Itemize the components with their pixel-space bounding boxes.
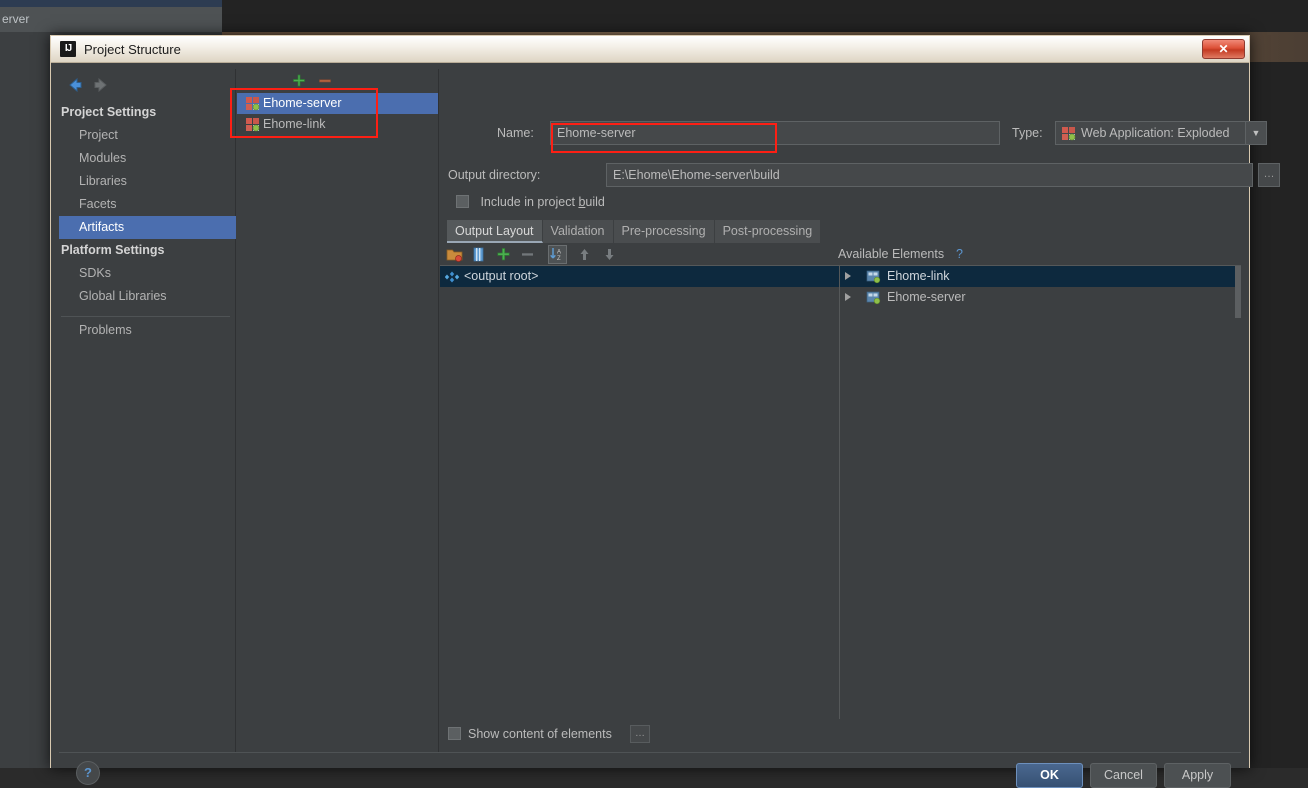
sidebar-item-libraries[interactable]: Libraries [59,170,236,193]
sidebar-item-sdks[interactable]: SDKs [59,262,236,285]
background-ide-title-strip [0,0,222,7]
artifacts-list-panel: Ehome-server Ehome-link [237,69,439,752]
sidebar-item-global-libraries[interactable]: Global Libraries [59,285,236,308]
cancel-button[interactable]: Cancel [1090,763,1157,788]
output-root-icon [445,270,459,284]
sidebar-item-problems[interactable]: Problems [59,319,236,342]
remove-icon[interactable] [519,246,536,263]
type-label: Type: [1012,121,1043,145]
move-down-icon[interactable] [601,246,618,263]
available-elements-label: Available Elements [838,243,944,266]
browse-button[interactable]: … [1258,163,1280,187]
chevron-down-icon[interactable]: ▼ [1245,122,1266,144]
close-icon[interactable]: ✕ [1202,39,1245,59]
help-button[interactable]: ? [76,761,100,785]
include-in-project-build-label[interactable]: Include in project build [480,195,604,209]
artifact-list-item-label: Ehome-link [263,117,326,131]
sidebar-item-project[interactable]: Project [59,124,236,147]
add-directory-icon[interactable] [446,246,463,263]
dialog-title-bar: IJ Project Structure ✕ [51,36,1249,63]
include-in-project-build-checkbox[interactable] [456,195,469,208]
help-icon[interactable]: ? [956,243,963,266]
available-element-label: Ehome-link [887,269,950,283]
show-content-bar: Show content of elements … [440,719,1241,752]
type-dropdown-value: Web Application: Exploded [1081,122,1242,144]
available-element-ehome-link[interactable]: Ehome-link [840,266,1241,287]
sort-alphabetically-icon[interactable]: A Z [548,245,567,264]
module-icon [866,290,881,305]
include-in-project-build-row[interactable]: Include in project build [456,193,605,211]
footer-divider [59,752,1241,753]
ok-button[interactable]: OK [1016,763,1083,788]
show-content-options-button[interactable]: … [630,725,650,743]
add-copy-icon[interactable] [495,246,512,263]
available-element-ehome-server[interactable]: Ehome-server [840,287,1241,308]
arrow-left-icon[interactable] [65,75,85,95]
include-label-post: uild [585,195,604,209]
settings-sidebar: Project Settings Project Modules Librari… [59,69,236,752]
available-elements-panel[interactable]: Ehome-link Ehome-server [840,266,1241,719]
arrow-right-icon[interactable] [91,75,111,95]
tree-row[interactable]: <output root> [440,266,840,287]
output-directory-input[interactable]: E:\Ehome\Ehome-server\build [606,163,1253,187]
artifact-detail-pane: Name: Ehome-server Type: Web Application… [440,69,1241,752]
artifacts-items-list: Ehome-server Ehome-link [237,93,438,135]
scrollbar-thumb[interactable] [1235,266,1241,318]
sidebar-navigation-toolbar [59,69,236,101]
sidebar-group-platform-settings: Platform Settings [59,239,236,262]
plus-icon[interactable] [291,73,307,89]
tab-output-layout[interactable]: Output Layout [447,220,543,243]
name-input[interactable]: Ehome-server [550,121,1000,145]
artifact-icon [1061,126,1076,141]
dialog-body: Project Settings Project Modules Librari… [51,63,1249,768]
sidebar-item-modules[interactable]: Modules [59,147,236,170]
chevron-right-icon[interactable] [845,293,851,301]
svg-text:Z: Z [557,256,561,262]
background-ide-tab-label: erver [0,7,222,32]
move-up-icon[interactable] [576,246,593,263]
output-directory-label: Output directory: [448,163,540,187]
output-layout-tree[interactable]: <output root> [440,266,840,719]
apply-button[interactable]: Apply [1164,763,1231,788]
sidebar-items-list: Project Settings Project Modules Librari… [59,101,236,342]
artifact-list-item-ehome-link[interactable]: Ehome-link [237,114,438,135]
artifact-icon [245,117,260,132]
chevron-right-icon[interactable] [845,272,851,280]
tab-post-processing[interactable]: Post-processing [715,220,822,243]
minus-icon[interactable] [317,73,333,89]
sidebar-group-project-settings: Project Settings [59,101,236,124]
sidebar-divider [61,316,230,317]
type-dropdown[interactable]: Web Application: Exploded ▼ [1055,121,1267,145]
include-label-pre: Include in project [480,195,578,209]
sidebar-item-artifacts[interactable]: Artifacts [59,216,236,239]
artifact-list-item-label: Ehome-server [263,96,342,110]
artifacts-toolbar [237,69,439,93]
available-element-label: Ehome-server [887,290,966,304]
name-label: Name: [497,121,534,145]
available-elements-scrollbar[interactable] [1235,266,1241,719]
add-archive-icon[interactable] [470,246,487,263]
svg-text:A: A [557,250,561,256]
tab-validation[interactable]: Validation [543,220,614,243]
sidebar-item-facets[interactable]: Facets [59,193,236,216]
artifact-icon [245,96,260,111]
tab-pre-processing[interactable]: Pre-processing [614,220,715,243]
artifact-list-item-ehome-server[interactable]: Ehome-server [237,93,438,114]
module-icon [866,269,881,284]
intellij-idea-icon: IJ [60,41,76,57]
dialog-title: Project Structure [84,40,181,59]
artifact-tabs: Output Layout Validation Pre-processing … [447,220,821,243]
output-layout-toolbar: A Z Available Elements ? [440,243,1241,266]
project-structure-dialog: IJ Project Structure ✕ Project [50,35,1250,768]
tree-row-label: <output root> [464,269,538,283]
show-content-of-elements-label[interactable]: Show content of elements [468,726,612,742]
show-content-of-elements-checkbox[interactable] [448,727,461,740]
